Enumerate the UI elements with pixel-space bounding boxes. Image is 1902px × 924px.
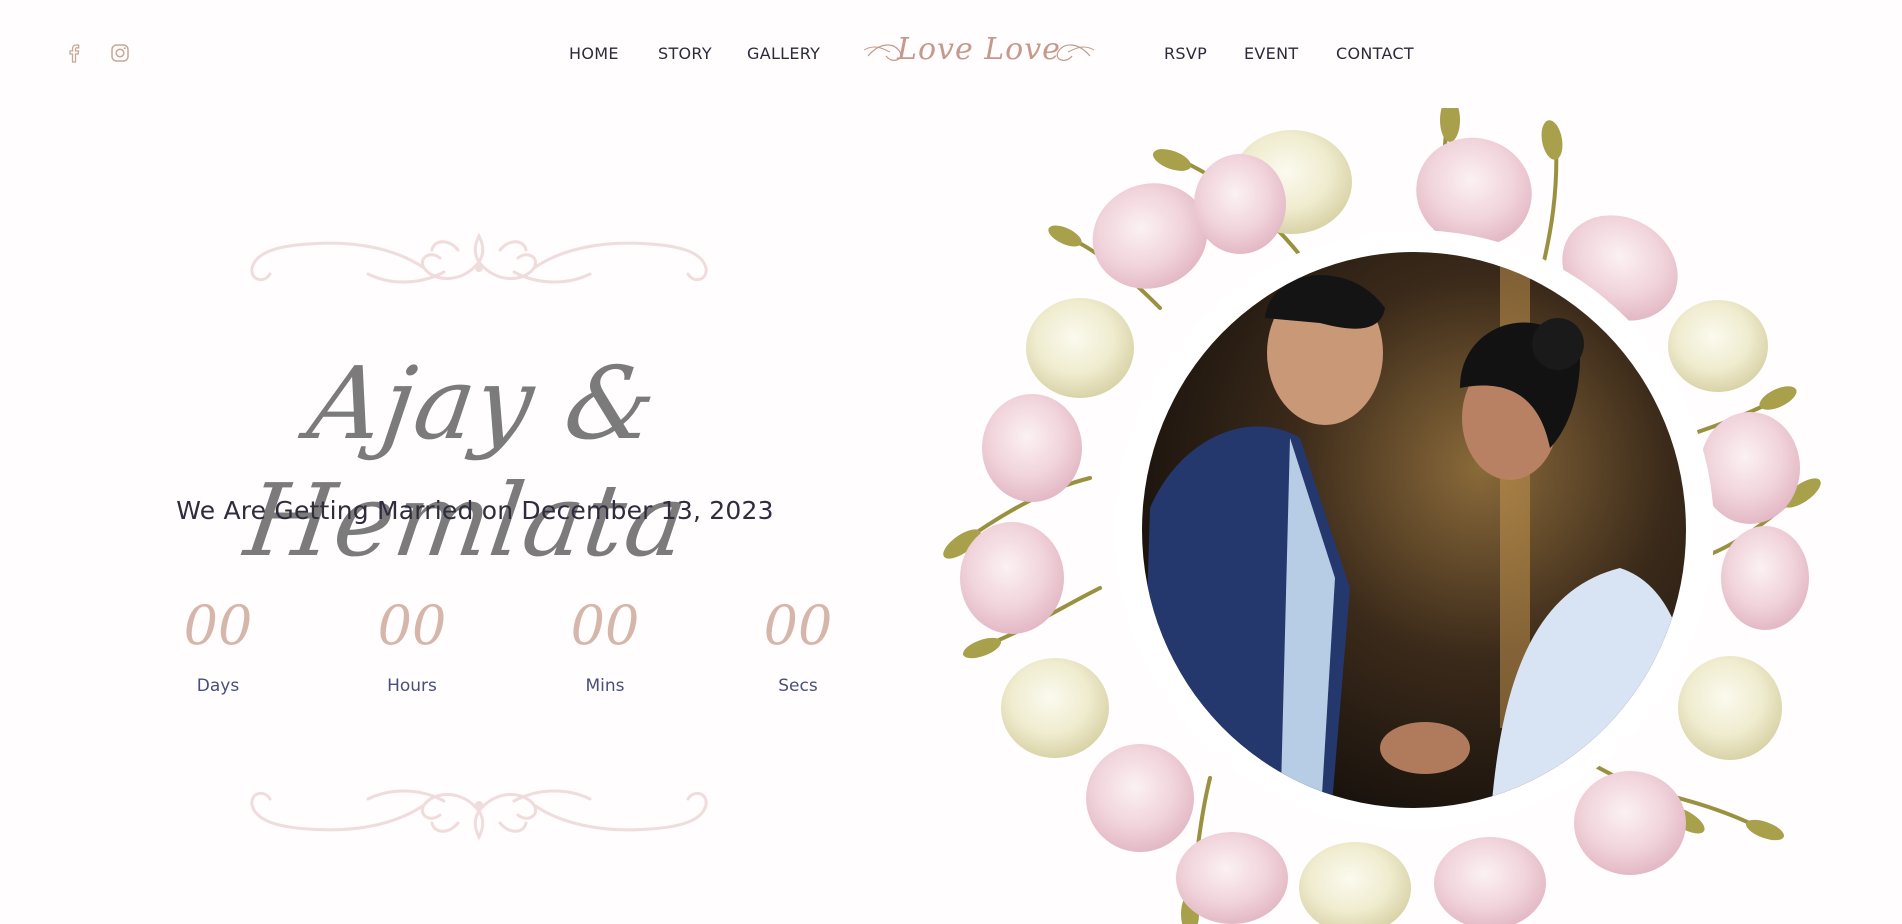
couple-photo-wreath	[943, 108, 1821, 924]
countdown-secs-label: Secs	[778, 676, 818, 696]
wedding-date-subtitle: We Are Getting Married on December 13, 2…	[176, 496, 774, 525]
countdown-mins-label: Mins	[585, 676, 625, 696]
nav-gallery[interactable]: GALLERY	[747, 44, 820, 63]
countdown-mins-value: 00	[570, 594, 640, 657]
countdown-hours: 00 Hours	[352, 594, 472, 696]
nav-story[interactable]: STORY	[658, 44, 712, 63]
countdown-hours-label: Hours	[387, 676, 437, 696]
couple-names: Ajay & Hemlata	[238, 345, 695, 579]
logo-text: Love Love	[897, 32, 1061, 67]
nav-contact[interactable]: CONTACT	[1336, 44, 1414, 63]
site-logo[interactable]: Love Love	[860, 26, 1098, 76]
countdown-secs: 00 Secs	[738, 594, 858, 696]
countdown-days-label: Days	[196, 676, 240, 696]
countdown-hours-value: 00	[377, 594, 447, 657]
countdown-mins: 00 Mins	[545, 594, 665, 696]
top-ornament-icon	[250, 232, 708, 284]
countdown-days-value: 00	[183, 594, 253, 657]
nav-event[interactable]: EVENT	[1244, 44, 1298, 63]
countdown-secs-value: 00	[763, 594, 833, 657]
nav-home[interactable]: HOME	[569, 44, 619, 63]
nav-rsvp[interactable]: RSVP	[1164, 44, 1207, 63]
countdown-days: 00 Days	[158, 594, 278, 696]
bottom-ornament-icon	[250, 789, 708, 841]
